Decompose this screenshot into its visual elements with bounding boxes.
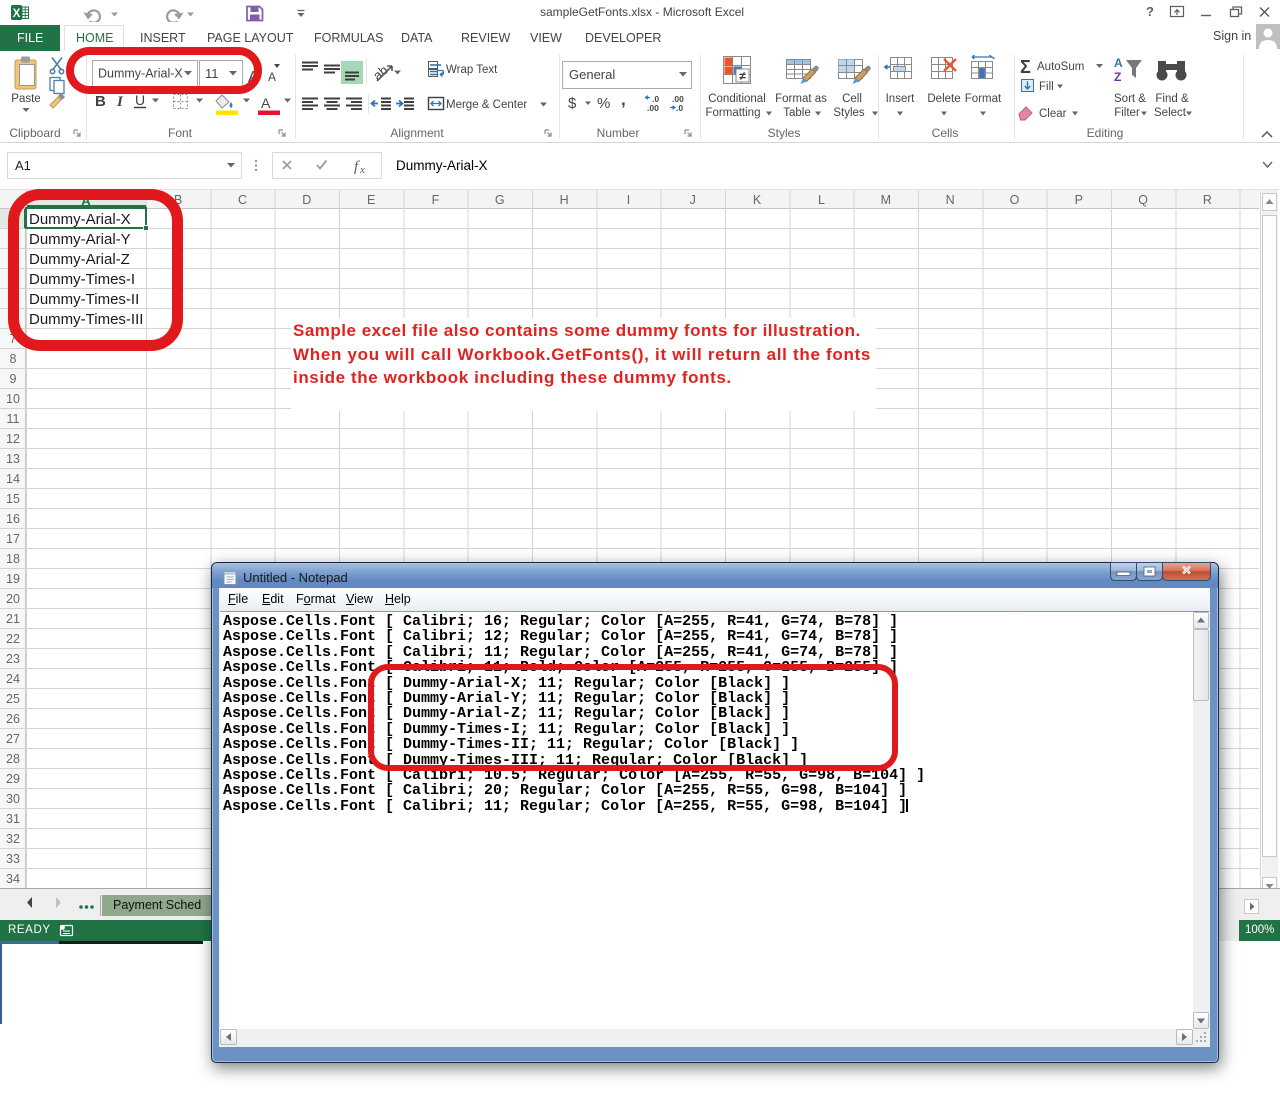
svg-text:Format as: Format as bbox=[775, 93, 827, 105]
svg-text:Wrap Text: Wrap Text bbox=[446, 64, 498, 76]
svg-text:Formatting: Formatting bbox=[706, 107, 761, 119]
svg-text:Styles: Styles bbox=[833, 107, 865, 119]
svg-text:Find &: Find & bbox=[1155, 93, 1189, 105]
svg-text:Z: Z bbox=[1114, 70, 1121, 84]
svg-text:Clear: Clear bbox=[1039, 108, 1067, 120]
svg-text:Font: Font bbox=[168, 126, 193, 140]
svg-text:A: A bbox=[1114, 56, 1123, 70]
svg-text:Cell: Cell bbox=[842, 93, 862, 105]
svg-text:Paste: Paste bbox=[11, 93, 40, 105]
svg-text:?: ? bbox=[1146, 4, 1154, 19]
svg-text:General: General bbox=[569, 67, 615, 82]
svg-text:Alignment: Alignment bbox=[390, 126, 444, 140]
svg-text:,: , bbox=[621, 90, 626, 109]
svg-text:X: X bbox=[13, 8, 21, 20]
svg-text:Cells: Cells bbox=[932, 126, 959, 140]
svg-text:Σ: Σ bbox=[1020, 57, 1031, 77]
svg-text:Clipboard: Clipboard bbox=[9, 126, 60, 140]
svg-text:Table: Table bbox=[783, 107, 811, 119]
svg-text:.00: .00 bbox=[647, 103, 659, 113]
svg-text:Sort &: Sort & bbox=[1114, 93, 1146, 105]
svg-text:Filter: Filter bbox=[1114, 107, 1140, 119]
svg-text:B: B bbox=[95, 93, 106, 110]
svg-text:Styles: Styles bbox=[768, 126, 801, 140]
svg-text:$: $ bbox=[568, 95, 577, 112]
svg-text:≠: ≠ bbox=[739, 69, 746, 83]
svg-text:AutoSum: AutoSum bbox=[1037, 61, 1084, 73]
svg-text:Number: Number bbox=[597, 126, 640, 140]
svg-text:A: A bbox=[268, 70, 276, 84]
svg-text:Merge & Center: Merge & Center bbox=[446, 99, 527, 111]
svg-text:Insert: Insert bbox=[886, 93, 916, 105]
svg-text:.0: .0 bbox=[676, 103, 683, 113]
svg-text:Editing: Editing bbox=[1087, 126, 1124, 140]
svg-text:I: I bbox=[116, 94, 124, 110]
svg-text:Dummy-Arial-X: Dummy-Arial-X bbox=[396, 158, 488, 173]
svg-text:U: U bbox=[135, 92, 145, 108]
svg-text:x: x bbox=[359, 164, 365, 176]
svg-text:A: A bbox=[261, 95, 271, 111]
svg-text:%: % bbox=[597, 95, 610, 112]
svg-text:Conditional: Conditional bbox=[708, 93, 766, 105]
svg-text:A1: A1 bbox=[15, 158, 31, 173]
svg-text:Delete: Delete bbox=[927, 93, 960, 105]
svg-text:Select: Select bbox=[1154, 107, 1187, 119]
svg-text:Format: Format bbox=[965, 93, 1002, 105]
svg-text:Fill: Fill bbox=[1039, 81, 1054, 93]
